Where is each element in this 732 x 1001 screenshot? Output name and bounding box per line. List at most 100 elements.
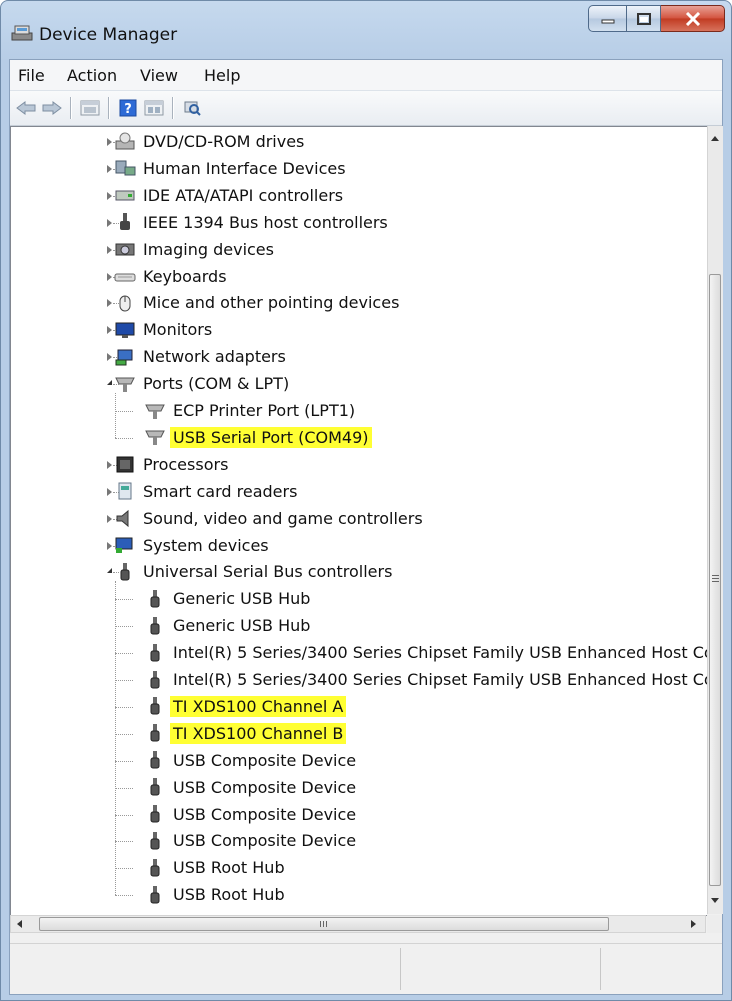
- tree-device[interactable]: USB Composite Device: [144, 748, 359, 773]
- tree-category[interactable]: Human Interface Devices: [114, 156, 349, 181]
- usb-icon: [144, 670, 166, 690]
- tree-device[interactable]: Intel(R) 5 Series/3400 Series Chipset Fa…: [144, 640, 707, 665]
- vertical-scrollbar[interactable]: [707, 126, 723, 914]
- help-icon: ?: [119, 99, 137, 117]
- tree-item-label: USB Root Hub: [173, 858, 285, 878]
- tree-device[interactable]: USB Composite Device: [144, 828, 359, 853]
- menu-help[interactable]: Help: [204, 66, 240, 85]
- status-bar: [10, 943, 722, 994]
- usb-icon: [144, 831, 166, 851]
- title-bar[interactable]: Device Manager: [1, 1, 731, 59]
- maximize-button[interactable]: [627, 5, 661, 32]
- back-button[interactable]: [14, 96, 38, 120]
- minimize-icon: [601, 19, 614, 23]
- menu-action[interactable]: Action: [67, 66, 117, 85]
- smart-card-icon: [114, 481, 136, 501]
- tree-category[interactable]: Imaging devices: [114, 237, 277, 262]
- usb-icon: [144, 643, 166, 663]
- system-devices-icon: [114, 535, 136, 555]
- tree-device[interactable]: ECP Printer Port (LPT1): [144, 398, 358, 423]
- tree-category[interactable]: IDE ATA/ATAPI controllers: [114, 183, 346, 208]
- expand-arrow-icon[interactable]: [107, 514, 112, 523]
- tree-category[interactable]: Processors: [114, 452, 231, 477]
- tree-category[interactable]: Network adapters: [114, 344, 289, 369]
- tree-device[interactable]: USB Composite Device: [144, 802, 359, 827]
- tree-item-label: USB Composite Device: [173, 750, 357, 770]
- tree-item-label: DVD/CD-ROM drives: [143, 132, 305, 151]
- forward-icon: [42, 101, 62, 115]
- tree-category[interactable]: Keyboards: [114, 264, 230, 289]
- tree-device[interactable]: TI XDS100 Channel A: [144, 694, 347, 719]
- tree-category[interactable]: System devices: [114, 533, 272, 558]
- expand-arrow-icon[interactable]: [107, 353, 112, 362]
- expand-arrow-icon[interactable]: [107, 487, 112, 496]
- tree-device[interactable]: Generic USB Hub: [144, 613, 313, 638]
- keyboard-icon: [114, 266, 136, 286]
- tree-item-label: USB Serial Port (COM49): [170, 426, 372, 448]
- tree-device[interactable]: TI XDS100 Channel B: [144, 721, 347, 746]
- expand-arrow-icon[interactable]: [107, 299, 112, 308]
- device-manager-window: Device Manager File Action View Help ? D…: [0, 0, 732, 1001]
- expand-arrow-icon[interactable]: [107, 164, 112, 173]
- speaker-icon: [114, 508, 136, 528]
- tree-category[interactable]: Smart card readers: [114, 479, 300, 504]
- tree-item-label: Generic USB Hub: [173, 616, 311, 636]
- maximize-icon: [636, 12, 651, 25]
- tree-category[interactable]: IEEE 1394 Bus host controllers: [114, 210, 391, 235]
- horizontal-scrollbar[interactable]: [10, 915, 706, 933]
- tree-item-label: USB Composite Device: [173, 831, 357, 851]
- close-button[interactable]: [661, 5, 725, 32]
- usb-icon: [144, 589, 166, 609]
- caption-buttons: [588, 5, 725, 32]
- tree-item-label: Monitors: [143, 320, 213, 340]
- tree-item-label: Intel(R) 5 Series/3400 Series Chipset Fa…: [173, 643, 707, 663]
- expand-arrow-icon[interactable]: [107, 541, 112, 550]
- tree-category[interactable]: Monitors: [114, 317, 215, 342]
- horizontal-scroll-thumb[interactable]: [39, 917, 609, 931]
- expand-arrow-icon[interactable]: [107, 245, 112, 254]
- minimize-button[interactable]: [588, 5, 627, 32]
- collapse-arrow-icon[interactable]: [107, 568, 112, 574]
- tree-device[interactable]: USB Root Hub: [144, 855, 288, 880]
- toolbar-separator: [172, 97, 174, 119]
- usb-icon: [144, 616, 166, 636]
- tree-item-label: Universal Serial Bus controllers: [143, 562, 393, 582]
- tree-device[interactable]: USB Composite Device: [144, 775, 359, 800]
- menu-view[interactable]: View: [140, 66, 178, 85]
- dvd-drive-icon: [114, 132, 136, 152]
- expand-arrow-icon[interactable]: [107, 326, 112, 335]
- tree-category-ports[interactable]: Ports (COM & LPT): [114, 371, 292, 396]
- scroll-down-arrow-icon[interactable]: [711, 898, 719, 903]
- tree-item-label: System devices: [143, 535, 269, 555]
- expand-arrow-icon[interactable]: [107, 138, 112, 146]
- collapse-arrow-icon[interactable]: [107, 380, 112, 386]
- scan-hardware-button[interactable]: [180, 96, 204, 120]
- scroll-up-arrow-icon[interactable]: [711, 136, 719, 141]
- expand-arrow-icon[interactable]: [107, 272, 112, 281]
- tree-device[interactable]: Intel(R) 5 Series/3400 Series Chipset Fa…: [144, 667, 707, 692]
- update-driver-button[interactable]: [142, 96, 166, 120]
- tree-device[interactable]: USB Serial Port (COM49): [144, 425, 372, 450]
- tree-device[interactable]: USB Root Hub: [144, 882, 288, 907]
- camera-icon: [114, 239, 136, 259]
- expand-arrow-icon[interactable]: [107, 218, 112, 227]
- menu-file[interactable]: File: [18, 66, 45, 85]
- scroll-right-arrow-icon[interactable]: [691, 920, 696, 928]
- forward-button[interactable]: [40, 96, 64, 120]
- tree-category[interactable]: DVD/CD-ROM drives: [114, 129, 307, 154]
- processor-icon: [114, 454, 136, 474]
- help-button[interactable]: ?: [116, 96, 140, 120]
- tree-device[interactable]: Generic USB Hub: [144, 586, 313, 611]
- vertical-scroll-thumb[interactable]: [709, 274, 721, 886]
- tree-item-label: USB Composite Device: [173, 777, 357, 797]
- device-tree[interactable]: DVD/CD-ROM drives Human Interface Devices…: [10, 126, 707, 916]
- properties-button[interactable]: [78, 96, 102, 120]
- tree-category[interactable]: Mice and other pointing devices: [114, 290, 402, 315]
- tree-category-usb[interactable]: Universal Serial Bus controllers: [114, 559, 395, 584]
- scroll-left-arrow-icon[interactable]: [17, 920, 22, 928]
- tree-category[interactable]: Sound, video and game controllers: [114, 506, 426, 531]
- expand-arrow-icon[interactable]: [107, 191, 112, 200]
- expand-arrow-icon[interactable]: [107, 460, 112, 469]
- mouse-icon: [114, 293, 136, 313]
- tree-item-label: Human Interface Devices: [143, 158, 346, 178]
